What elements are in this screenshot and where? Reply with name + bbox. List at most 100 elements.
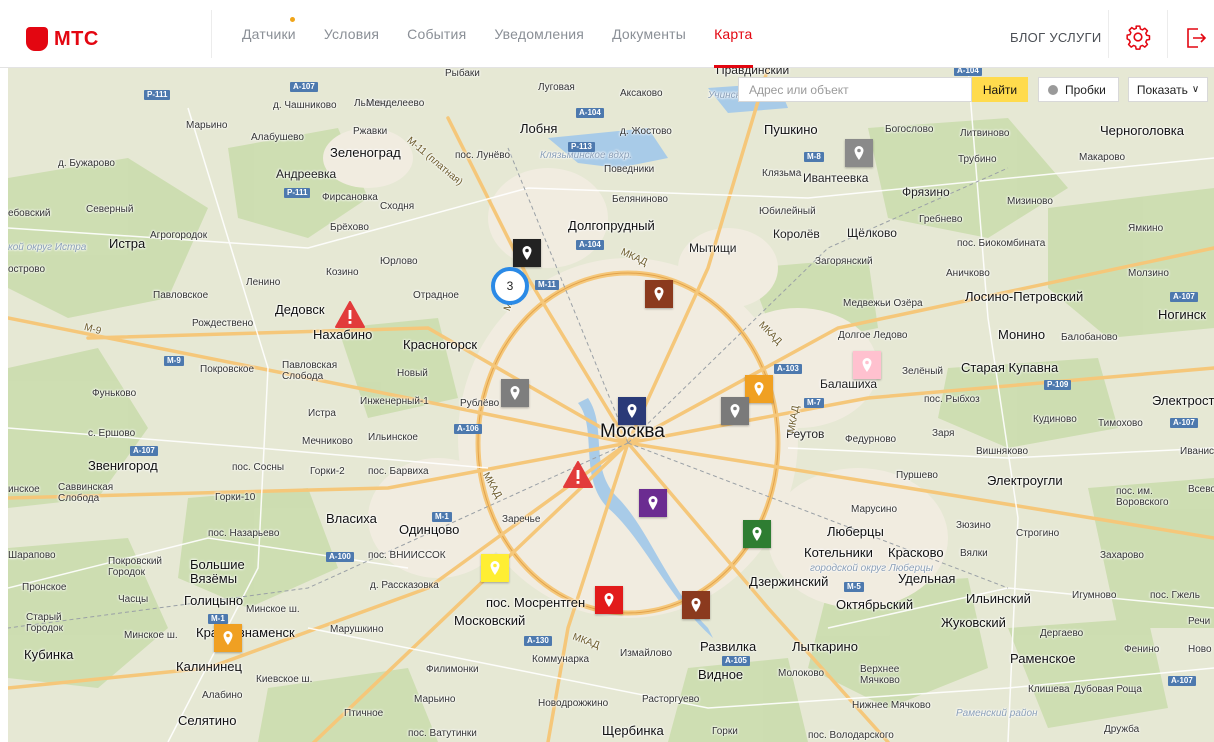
sensor-marker[interactable] <box>743 520 771 548</box>
map-label: Раменский район <box>956 708 1038 719</box>
map-pin-icon <box>510 386 520 400</box>
map-label: Козино <box>326 267 359 278</box>
find-button[interactable]: Найти <box>972 77 1028 102</box>
marker-cluster[interactable]: 3 <box>491 267 529 305</box>
map-label: Электроугли <box>987 473 1063 488</box>
map-label: пос. Мосрентген <box>486 595 586 610</box>
nav-tab-map[interactable]: Карта <box>700 0 766 68</box>
map-label: Марусино <box>851 504 898 515</box>
map-label: д. Чашниково <box>273 100 337 111</box>
map-label: Андреевка <box>276 167 337 181</box>
map-label: Горки <box>712 726 738 737</box>
map-label: Электрост <box>1152 393 1214 408</box>
map-label: Краснознаменск <box>196 625 295 640</box>
map-label: Киевское ш. <box>256 674 313 685</box>
map-label: Аничково <box>946 268 990 279</box>
map-label: Дружба <box>1104 724 1140 735</box>
sensor-marker[interactable] <box>595 586 623 614</box>
sensor-marker[interactable] <box>618 397 646 425</box>
map-pin-icon <box>627 404 637 418</box>
nav-tab-notifications[interactable]: Уведомления <box>480 0 598 68</box>
map-label: Звенигород <box>88 458 158 473</box>
sensor-marker[interactable] <box>513 239 541 267</box>
map-label: Макарово <box>1079 152 1126 163</box>
map-label: Расторгуево <box>642 694 700 705</box>
map-label: Богослово <box>885 124 934 135</box>
sensor-marker[interactable] <box>845 139 873 167</box>
map-label: Горки-2 <box>310 466 345 477</box>
map-label: Нижнее Мячково <box>852 700 931 711</box>
road-shield: M-1 <box>208 614 228 624</box>
map-label: Голицыно <box>184 593 244 608</box>
map-label: Фенино <box>1124 644 1160 655</box>
map-label: Одинцово <box>399 522 460 537</box>
map-label: Котельники <box>804 545 873 560</box>
sensor-marker[interactable] <box>639 489 667 517</box>
mts-logo[interactable]: МТС <box>26 24 99 54</box>
warning-triangle-icon[interactable] <box>335 301 365 328</box>
road-shield: A-107 <box>1168 676 1196 686</box>
nav-tab-events[interactable]: События <box>393 0 480 68</box>
map-label: Фуньково <box>92 388 137 399</box>
map-label: Кубинка <box>24 647 74 662</box>
map-label: Пуршево <box>896 470 938 481</box>
sensor-marker[interactable] <box>645 280 673 308</box>
nav-tab-label: Датчики <box>242 26 296 42</box>
map-label: д. Бужарово <box>58 158 115 169</box>
header-divider <box>1108 10 1109 58</box>
map-pin-icon <box>648 496 658 510</box>
map-label: Литвиново <box>960 128 1010 139</box>
chevron-down-icon: ∨ <box>1191 84 1200 95</box>
map-label: Покровское <box>200 364 255 375</box>
map-label: Марьино <box>186 120 228 131</box>
road-shield: A-106 <box>454 424 482 434</box>
map-label: Развилка <box>700 639 757 654</box>
road-shield: P-111 <box>144 90 171 100</box>
brand-name: МТС <box>54 27 99 50</box>
road-shield: M-9 <box>164 356 184 366</box>
nav-tab-documents[interactable]: Документы <box>598 0 700 68</box>
map-label: Иванис <box>1180 446 1214 457</box>
map-label: Птичное <box>344 708 384 719</box>
sensor-marker[interactable] <box>745 375 773 403</box>
road-shield: A-107 <box>1170 418 1198 428</box>
road-shield: A-107 <box>1170 292 1198 302</box>
traffic-toggle[interactable]: Пробки <box>1038 77 1119 102</box>
nav-tab-label: Уведомления <box>494 26 585 42</box>
app-root: МТС Датчики Условия События Уведомления … <box>0 0 1214 742</box>
sensor-marker[interactable] <box>682 591 710 619</box>
nav-tab-label: Документы <box>612 26 687 42</box>
notification-dot <box>289 17 295 22</box>
blog-link[interactable]: БЛОГ УСЛУГИ <box>1010 30 1102 45</box>
sensor-marker[interactable] <box>481 554 509 582</box>
address-search-input[interactable] <box>738 77 972 102</box>
show-dropdown[interactable]: Показать ∨ <box>1128 77 1208 102</box>
map-label: Клязьма <box>762 168 802 179</box>
road-shield: A-100 <box>326 552 354 562</box>
map-view[interactable]: Львово Рыбаки Луговая Аксаково Правдинск… <box>8 68 1214 742</box>
mts-egg-icon <box>26 27 48 51</box>
logout-button[interactable] <box>1184 26 1208 50</box>
map-label: пос. Володарского <box>808 730 894 741</box>
nav-tab-sensors[interactable]: Датчики <box>228 0 310 68</box>
warning-triangle-icon[interactable] <box>563 461 593 488</box>
sensor-marker[interactable] <box>853 351 881 379</box>
road-shield: A-104 <box>576 108 604 118</box>
sensor-marker[interactable] <box>721 397 749 425</box>
nav-tab-conditions[interactable]: Условия <box>310 0 393 68</box>
settings-button[interactable] <box>1125 24 1151 50</box>
map-label: Фрязино <box>902 185 950 199</box>
logout-icon <box>1187 28 1207 48</box>
map-label: Дубовая Роща <box>1074 684 1142 695</box>
map-pin-icon <box>730 404 740 418</box>
map-label: Алабино <box>202 690 243 701</box>
road-shield: M-11 <box>535 280 559 290</box>
map-label: Зеленоград <box>330 145 401 160</box>
sensor-marker[interactable] <box>214 624 242 652</box>
header-divider <box>1167 10 1168 58</box>
map-label: Клишева <box>1028 684 1070 695</box>
map-label: Строгино <box>1016 528 1060 539</box>
map-label: пос. Назарьево <box>208 528 280 539</box>
sensor-marker[interactable] <box>501 379 529 407</box>
map-label: Захарово <box>1100 550 1144 561</box>
